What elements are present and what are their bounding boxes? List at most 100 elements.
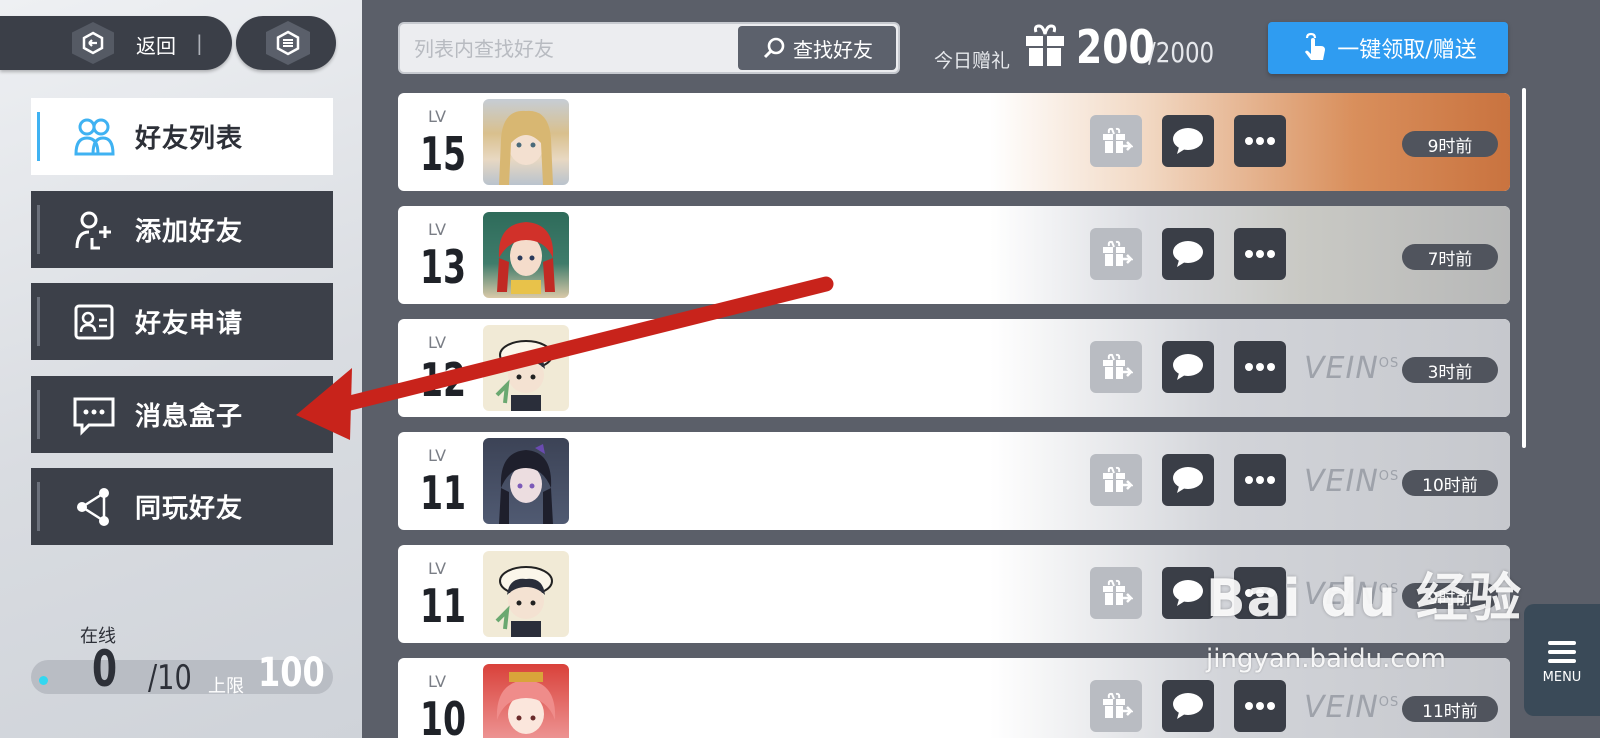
menu-item-message-box[interactable]: 消息盒子 xyxy=(31,376,333,453)
menu-label: 好友申请 xyxy=(135,309,244,339)
send-gift-icon xyxy=(1103,692,1133,718)
main-menu-button[interactable]: MENU xyxy=(1524,604,1600,716)
friend-row[interactable]: LV 11 VEINOS 9时前 xyxy=(398,545,1510,643)
last-online-badge: 7时前 xyxy=(1402,244,1498,270)
send-gift-icon xyxy=(1103,579,1133,605)
more-options-button[interactable] xyxy=(1234,567,1286,619)
tap-hand-icon xyxy=(1305,32,1326,60)
search-icon xyxy=(763,37,785,59)
back-separator: | xyxy=(196,31,203,55)
avatar[interactable] xyxy=(483,664,569,738)
send-gift-button[interactable] xyxy=(1090,341,1142,393)
chat-button[interactable] xyxy=(1162,680,1214,732)
id-card-icon xyxy=(69,297,119,347)
more-options-button[interactable] xyxy=(1234,341,1286,393)
chat-button[interactable] xyxy=(1162,228,1214,280)
search-button-label: 查找好友 xyxy=(793,37,873,62)
chat-bubble-icon xyxy=(1173,241,1203,267)
avatar[interactable] xyxy=(483,212,569,298)
level-value: 13 xyxy=(420,240,467,294)
avatar[interactable] xyxy=(483,325,569,411)
online-status-dot xyxy=(39,676,48,685)
menu-button-label: MENU xyxy=(1542,669,1582,685)
back-label: 返回 xyxy=(136,34,176,58)
gift-total: /2000 xyxy=(1148,36,1215,69)
level-value: 12 xyxy=(420,353,467,407)
send-gift-button[interactable] xyxy=(1090,680,1142,732)
level-label: LV xyxy=(428,446,447,465)
home-button[interactable] xyxy=(236,16,336,70)
last-online-badge: 9时前 xyxy=(1402,131,1498,157)
back-icon xyxy=(72,22,114,64)
more-options-button[interactable] xyxy=(1234,228,1286,280)
send-gift-icon xyxy=(1103,353,1133,379)
more-dots-icon xyxy=(1245,589,1275,597)
chat-button[interactable] xyxy=(1162,567,1214,619)
chat-bubble-icon xyxy=(1173,128,1203,154)
level-label: LV xyxy=(428,107,447,126)
send-gift-button[interactable] xyxy=(1090,454,1142,506)
send-gift-icon xyxy=(1103,240,1133,266)
menu-label: 同玩好友 xyxy=(135,494,244,524)
send-gift-button[interactable] xyxy=(1090,567,1142,619)
more-options-button[interactable] xyxy=(1234,680,1286,732)
friends-icon xyxy=(69,112,119,162)
friend-list: LV 15 9时前 LV 13 7时前 LV 12 VEINOS 3时前 LV … xyxy=(398,93,1510,738)
chat-bubble-icon xyxy=(1173,580,1203,606)
level-label: LV xyxy=(428,220,447,239)
menu-item-friend-list[interactable]: 好友列表 xyxy=(31,98,333,175)
menu-label: 好友列表 xyxy=(135,124,244,154)
gift-count: 200 xyxy=(1076,20,1155,74)
friend-row[interactable]: LV 15 9时前 xyxy=(398,93,1510,191)
veinos-logo: VEINOS xyxy=(1304,464,1400,499)
avatar[interactable] xyxy=(483,99,569,185)
chat-button[interactable] xyxy=(1162,341,1214,393)
last-online-badge: 3时前 xyxy=(1402,357,1498,383)
online-max: /10 xyxy=(148,658,192,698)
more-dots-icon xyxy=(1245,363,1275,371)
menu-item-add-friend[interactable]: 添加好友 xyxy=(31,191,333,268)
share-nodes-icon xyxy=(69,482,119,532)
chat-bubble-icon xyxy=(1173,693,1203,719)
friend-row[interactable]: LV 10 VEINOS 11时前 xyxy=(398,658,1510,738)
level-value: 15 xyxy=(420,127,467,181)
friend-row[interactable]: LV 13 7时前 xyxy=(398,206,1510,304)
more-dots-icon xyxy=(1245,250,1275,258)
chat-button[interactable] xyxy=(1162,454,1214,506)
limit-label: 上限 xyxy=(208,676,244,697)
home-icon xyxy=(266,21,310,65)
menu-label: 添加好友 xyxy=(135,217,244,247)
back-button[interactable]: 返回 | xyxy=(0,16,232,70)
last-online-badge: 11时前 xyxy=(1402,696,1498,722)
friend-row[interactable]: LV 12 VEINOS 3时前 xyxy=(398,319,1510,417)
menu-label: 消息盒子 xyxy=(135,402,244,432)
gift-label: 今日赠礼 xyxy=(934,50,1011,72)
menu-item-friend-requests[interactable]: 好友申请 xyxy=(31,283,333,360)
avatar[interactable] xyxy=(483,438,569,524)
level-value: 11 xyxy=(420,466,467,520)
more-options-button[interactable] xyxy=(1234,115,1286,167)
search-button[interactable]: 查找好友 xyxy=(738,26,896,70)
send-gift-icon xyxy=(1103,466,1133,492)
level-value: 11 xyxy=(420,579,467,633)
chat-bubble-icon xyxy=(1173,354,1203,380)
chat-bubble-icon xyxy=(1173,467,1203,493)
level-label: LV xyxy=(428,559,447,578)
send-gift-button[interactable] xyxy=(1090,115,1142,167)
level-label: LV xyxy=(428,333,447,352)
level-label: LV xyxy=(428,672,447,691)
last-online-badge: 10时前 xyxy=(1402,470,1498,496)
send-gift-button[interactable] xyxy=(1090,228,1142,280)
online-count: 0 xyxy=(92,640,118,698)
search-input[interactable] xyxy=(412,34,736,64)
more-dots-icon xyxy=(1245,476,1275,484)
more-options-button[interactable] xyxy=(1234,454,1286,506)
list-scrollbar[interactable] xyxy=(1522,88,1526,448)
friend-row[interactable]: LV 11 VEINOS 10时前 xyxy=(398,432,1510,530)
chat-button[interactable] xyxy=(1162,115,1214,167)
veinos-logo: VEINOS xyxy=(1304,690,1400,725)
menu-item-coplay-friends[interactable]: 同玩好友 xyxy=(31,468,333,545)
claim-all-button[interactable]: 一键领取/赠送 xyxy=(1268,22,1508,74)
limit-value: 100 xyxy=(258,650,325,696)
avatar[interactable] xyxy=(483,551,569,637)
